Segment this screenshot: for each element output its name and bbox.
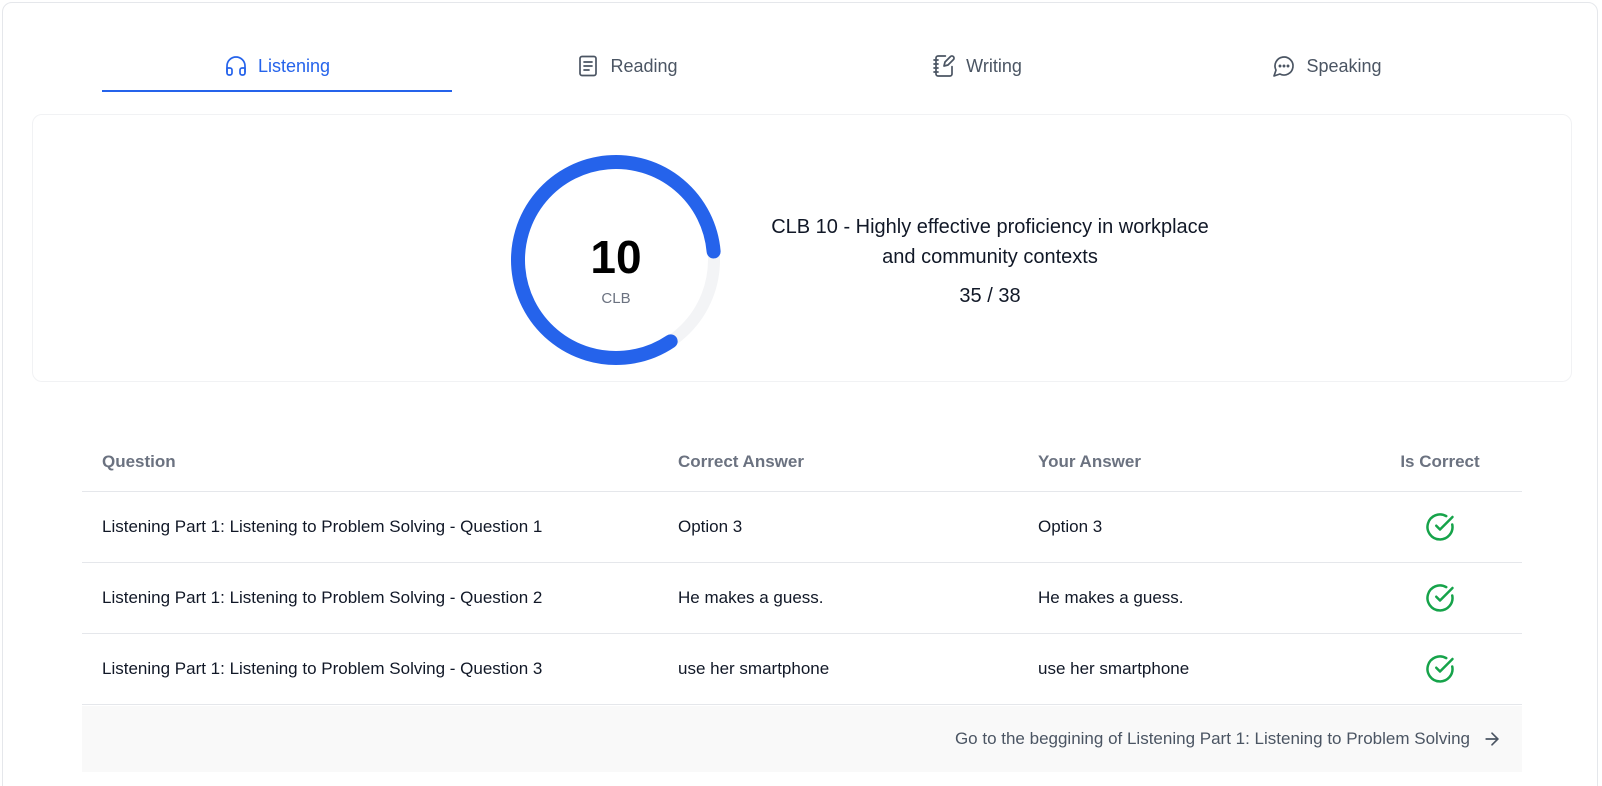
skill-tabs: Listening Reading Writing Speaking [102, 40, 1502, 92]
tab-speaking[interactable]: Speaking [1152, 40, 1502, 92]
clb-level-unit: CLB [601, 290, 631, 307]
go-to-part-start-label: Go to the beggining of Listening Part 1:… [954, 729, 1470, 748]
is-correct-cell [1358, 634, 1522, 704]
arrow-right-icon [1485, 732, 1499, 746]
results-table: Question Correct Answer Your Answer Is C… [82, 432, 1522, 705]
tab-label: Listening [257, 55, 331, 76]
table-row: Listening Part 1: Listening to Problem S… [82, 492, 1522, 563]
table-header: Question Correct Answer Your Answer Is C… [82, 432, 1522, 492]
question-cell: Listening Part 1: Listening to Problem S… [102, 517, 543, 536]
header-your-answer: Your Answer [1038, 451, 1141, 471]
table-row: Listening Part 1: Listening to Problem S… [82, 634, 1522, 705]
check-circle-icon [1426, 584, 1454, 612]
your-answer-cell: Option 3 [1038, 517, 1103, 536]
level-description: CLB 10 - Highly effective proficiency in… [771, 216, 1209, 268]
score-text: 35 / 38 [959, 285, 1021, 307]
check-circle-icon [1426, 655, 1454, 683]
correct-answer-cell: use her smartphone [678, 659, 830, 678]
question-cell: Listening Part 1: Listening to Problem S… [102, 588, 543, 607]
header-is-correct: Is Correct [1400, 451, 1480, 471]
header-question: Question [102, 451, 176, 471]
go-to-part-start-link[interactable]: Go to the beggining of Listening Part 1:… [82, 706, 1522, 772]
tab-reading[interactable]: Reading [452, 40, 802, 92]
question-cell: Listening Part 1: Listening to Problem S… [102, 659, 543, 678]
headphones-icon [226, 56, 246, 76]
notebook-pen-icon [933, 55, 955, 77]
header-correct-answer: Correct Answer [678, 451, 804, 471]
document-icon [579, 55, 598, 77]
is-correct-cell [1358, 492, 1522, 562]
clb-level-value: 10 [590, 231, 642, 283]
check-circle-icon [1426, 513, 1454, 541]
table-row: Listening Part 1: Listening to Problem S… [82, 563, 1522, 634]
correct-answer-cell: Option 3 [678, 517, 743, 536]
tab-listening[interactable]: Listening [102, 40, 452, 92]
is-correct-cell [1358, 563, 1522, 633]
chat-bubble-icon [1273, 56, 1295, 77]
tab-writing[interactable]: Writing [802, 40, 1152, 92]
your-answer-cell: He makes a guess. [1038, 588, 1184, 607]
correct-answer-cell: He makes a guess. [678, 588, 824, 607]
tab-label: Writing [966, 55, 1022, 76]
tab-label: Reading [610, 55, 678, 76]
tab-label: Speaking [1306, 55, 1382, 76]
your-answer-cell: use her smartphone [1038, 659, 1190, 678]
